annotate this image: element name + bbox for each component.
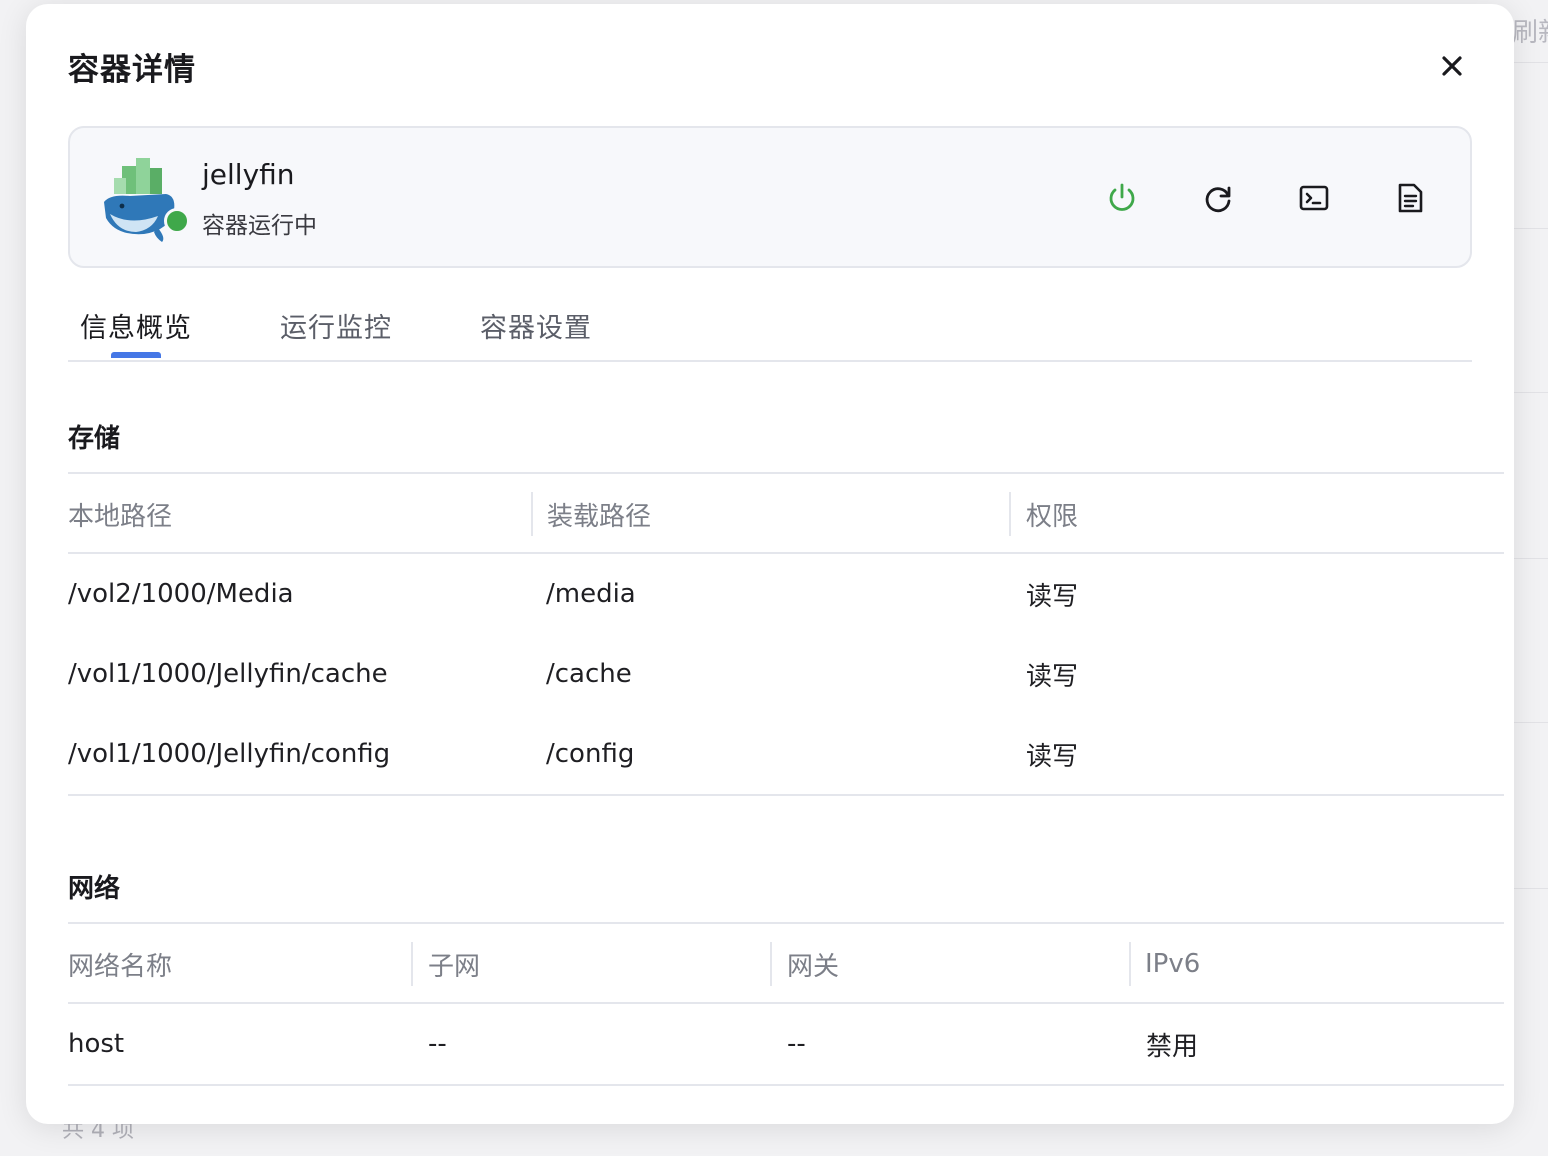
storage-section-title: 存储 xyxy=(68,424,121,454)
column-header-permission: 权限 xyxy=(1026,501,1079,532)
background-divider xyxy=(1508,228,1548,229)
table-bottom-divider xyxy=(68,794,1504,796)
column-header-mount-path: 装载路径 xyxy=(547,501,652,532)
background-divider xyxy=(1508,722,1548,723)
gateway-cell: -- xyxy=(787,1029,806,1059)
subnet-cell: -- xyxy=(428,1029,447,1059)
background-divider xyxy=(1508,392,1548,393)
power-button[interactable] xyxy=(1102,178,1142,218)
local-path-cell: /vol2/1000/Media xyxy=(68,579,294,609)
tab-monitoring[interactable]: 运行监控 xyxy=(280,306,392,345)
running-status-dot xyxy=(164,208,190,234)
table-bottom-divider xyxy=(68,1084,1504,1086)
power-icon xyxy=(1109,183,1135,211)
table-row: /vol1/1000/Jellyfin/cache /cache 读写 xyxy=(68,634,1504,714)
column-header-subnet: 子网 xyxy=(428,951,481,982)
mount-path-cell: /cache xyxy=(546,659,632,689)
permission-cell: 读写 xyxy=(1026,581,1079,612)
network-name-cell: host xyxy=(68,1029,125,1059)
background-divider xyxy=(1508,558,1548,559)
background-divider xyxy=(1508,888,1548,889)
table-row: /vol2/1000/Media /media 读写 xyxy=(68,554,1504,634)
column-divider[interactable] xyxy=(531,492,533,536)
column-header-gateway: 网关 xyxy=(787,951,840,982)
storage-table-header: 本地路径 装载路径 权限 xyxy=(68,472,1504,554)
permission-cell: 读写 xyxy=(1026,661,1079,692)
detail-tabs: 信息概览 运行监控 容器设置 xyxy=(68,300,1472,362)
column-divider[interactable] xyxy=(770,942,772,986)
container-name: jellyfin xyxy=(202,158,295,191)
column-divider[interactable] xyxy=(1009,492,1011,536)
container-summary-card: jellyfin 容器运行中 xyxy=(68,126,1472,268)
container-status-text: 容器运行中 xyxy=(202,213,317,239)
network-table: 网络名称 子网 网关 IPv6 host -- -- 禁用 xyxy=(68,922,1504,1086)
active-tab-indicator xyxy=(111,352,161,358)
network-section-title: 网络 xyxy=(68,874,121,904)
tab-settings[interactable]: 容器设置 xyxy=(480,306,592,345)
log-button[interactable] xyxy=(1390,178,1430,218)
mount-path-cell: /config xyxy=(546,739,635,769)
tab-overview[interactable]: 信息概览 xyxy=(80,306,192,345)
column-divider[interactable] xyxy=(411,942,413,986)
table-row: /vol1/1000/Jellyfin/config /config 读写 xyxy=(68,714,1504,794)
modal-title: 容器详情 xyxy=(68,52,196,88)
close-icon xyxy=(1442,56,1462,76)
local-path-cell: /vol1/1000/Jellyfin/cache xyxy=(68,659,388,689)
restart-button[interactable] xyxy=(1198,178,1238,218)
column-header-ipv6: IPv6 xyxy=(1145,949,1201,979)
local-path-cell: /vol1/1000/Jellyfin/config xyxy=(68,739,391,769)
storage-table: 本地路径 装载路径 权限 /vol2/1000/Media /media 读写 … xyxy=(68,472,1504,796)
background-divider xyxy=(1508,62,1548,63)
permission-cell: 读写 xyxy=(1026,741,1079,772)
container-detail-modal: 容器详情 jellyfin 容器运行中 信息概览 运行监控 容器设置 存储 本地… xyxy=(26,4,1514,1124)
column-header-local-path: 本地路径 xyxy=(68,501,173,532)
restart-icon xyxy=(1205,186,1231,213)
ipv6-cell: 禁用 xyxy=(1146,1031,1199,1062)
terminal-button[interactable] xyxy=(1294,178,1334,218)
terminal-icon xyxy=(1299,185,1329,211)
close-button[interactable] xyxy=(1436,50,1468,82)
mount-path-cell: /media xyxy=(546,579,636,609)
log-icon xyxy=(1398,183,1423,213)
background-refresh-button[interactable]: 刷新 xyxy=(1512,12,1548,49)
column-divider[interactable] xyxy=(1129,942,1131,986)
network-table-header: 网络名称 子网 网关 IPv6 xyxy=(68,922,1504,1004)
table-row: host -- -- 禁用 xyxy=(68,1004,1504,1084)
column-header-network-name: 网络名称 xyxy=(68,951,173,982)
